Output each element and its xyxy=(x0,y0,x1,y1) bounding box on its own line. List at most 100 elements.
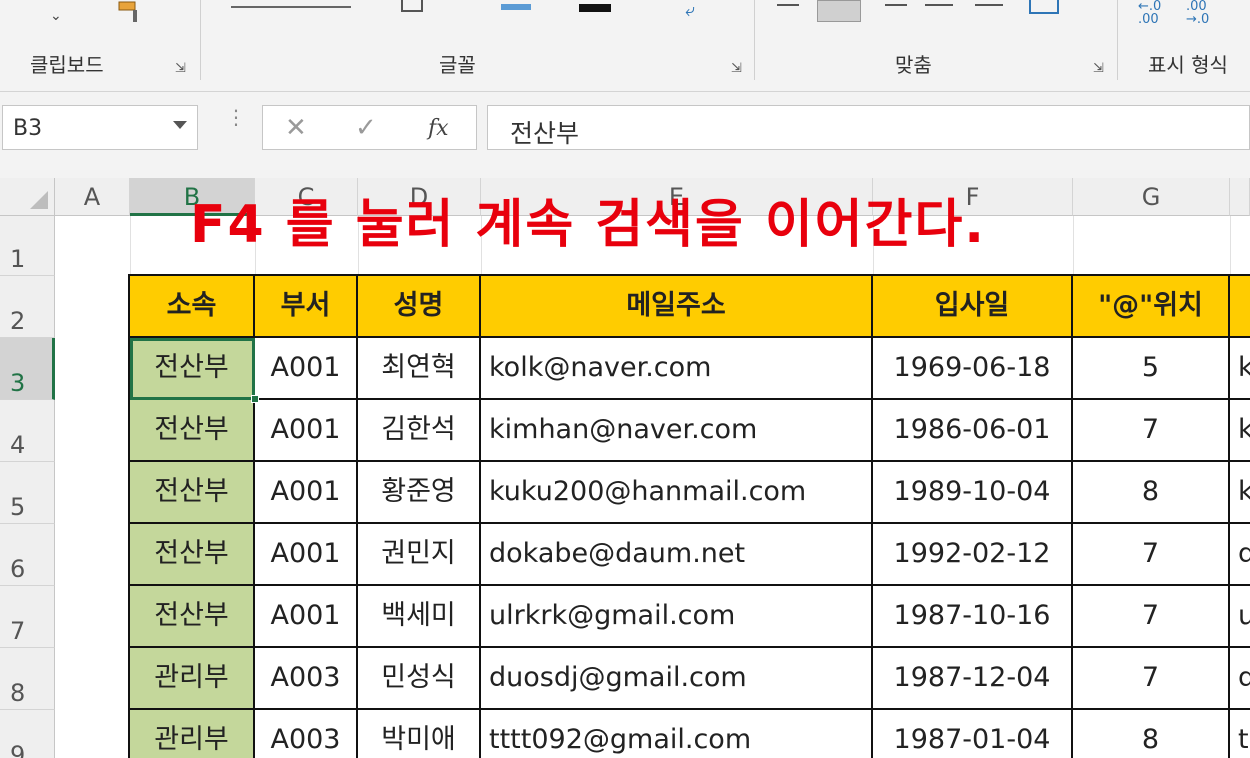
clipboard-launcher-icon[interactable]: ⇲ xyxy=(175,62,189,76)
select-all-icon xyxy=(30,191,48,209)
cell-email[interactable]: tttt092@gmail.com xyxy=(481,710,873,758)
cell-join-date[interactable]: 1987-01-04 xyxy=(873,710,1073,758)
cell-email[interactable]: ulrkrk@gmail.com xyxy=(481,586,873,648)
cell-email[interactable]: duosdj@gmail.com xyxy=(481,648,873,710)
border-icon[interactable] xyxy=(401,0,423,12)
row-header-6[interactable]: 6 xyxy=(0,524,55,586)
format-painter-icon[interactable] xyxy=(115,0,145,24)
paste-dropdown-icon[interactable]: ⌄ xyxy=(50,8,62,24)
header-cell-email[interactable]: 메일주소 xyxy=(481,276,873,338)
cell-at-position[interactable]: 7 xyxy=(1073,648,1230,710)
row-number: 9 xyxy=(10,741,26,758)
row-header-2[interactable]: 2 xyxy=(0,276,55,338)
cell-code[interactable]: A001 xyxy=(255,462,358,524)
cell-next[interactable]: d xyxy=(1230,648,1250,710)
gridline xyxy=(130,216,131,276)
header-cell-code[interactable]: 부서 xyxy=(255,276,358,338)
indent-icon[interactable] xyxy=(925,4,953,6)
name-box-dropdown-icon[interactable] xyxy=(173,121,187,129)
column-header-h[interactable] xyxy=(1230,178,1250,216)
cell-name[interactable]: 최연혁 xyxy=(358,338,481,400)
row-header-1[interactable]: 1 xyxy=(0,216,55,276)
cell-name[interactable]: 권민지 xyxy=(358,524,481,586)
row-header-4[interactable]: 4 xyxy=(0,400,55,462)
gridline xyxy=(1073,216,1074,276)
name-box[interactable]: B3 xyxy=(2,105,198,150)
header-cell-name[interactable]: 성명 xyxy=(358,276,481,338)
cell-next[interactable]: t xyxy=(1230,710,1250,758)
formula-bar-grip-icon[interactable]: ⋮ xyxy=(226,107,246,127)
cell-join-date[interactable]: 1992-02-12 xyxy=(873,524,1073,586)
select-all-button[interactable] xyxy=(0,178,55,216)
cell-at-position[interactable]: 5 xyxy=(1073,338,1230,400)
cell-name[interactable]: 황준영 xyxy=(358,462,481,524)
cell-at-position[interactable]: 8 xyxy=(1073,462,1230,524)
cell-at-position[interactable]: 7 xyxy=(1073,586,1230,648)
row-header-8[interactable]: 8 xyxy=(0,648,55,710)
align-center-icon[interactable] xyxy=(817,0,861,22)
cell-code[interactable]: A001 xyxy=(255,400,358,462)
cell-email[interactable]: kolk@naver.com xyxy=(481,338,873,400)
cell-join-date[interactable]: 1989-10-04 xyxy=(873,462,1073,524)
cell-at-position[interactable]: 8 xyxy=(1073,710,1230,758)
decrease-decimal-icon[interactable]: .00 →.0 xyxy=(1186,0,1209,26)
insert-function-icon[interactable]: fx xyxy=(428,116,449,141)
worksheet-grid[interactable]: A B C D E F G 1 2 3 4 5 6 7 8 9 소속 부서 성명… xyxy=(0,178,1250,758)
cell-code[interactable]: A001 xyxy=(255,586,358,648)
column-header-a[interactable]: A xyxy=(55,178,130,216)
alignment-launcher-icon[interactable]: ⇲ xyxy=(1093,62,1107,76)
cell-code[interactable]: A003 xyxy=(255,710,358,758)
cell-next[interactable]: u xyxy=(1230,586,1250,648)
cell-join-date[interactable]: 1969-06-18 xyxy=(873,338,1073,400)
fill-handle[interactable] xyxy=(251,395,259,403)
cell-at-position[interactable]: 7 xyxy=(1073,400,1230,462)
cell-name[interactable]: 민성식 xyxy=(358,648,481,710)
align-right-icon[interactable] xyxy=(885,4,907,6)
cell-name[interactable]: 김한석 xyxy=(358,400,481,462)
cell-dept[interactable]: 관리부 xyxy=(130,710,255,758)
cell-email[interactable]: kimhan@naver.com xyxy=(481,400,873,462)
cell-dept[interactable]: 전산부 xyxy=(130,338,255,400)
font-launcher-icon[interactable]: ⇲ xyxy=(731,62,745,76)
cell-next[interactable]: d xyxy=(1230,524,1250,586)
enter-icon[interactable]: ✓ xyxy=(355,113,377,143)
merge-icon[interactable] xyxy=(1029,0,1059,14)
row-header-9[interactable]: 9 xyxy=(0,710,55,758)
cell-name[interactable]: 백세미 xyxy=(358,586,481,648)
cell-dept[interactable]: 전산부 xyxy=(130,524,255,586)
cell-join-date[interactable]: 1987-10-16 xyxy=(873,586,1073,648)
column-header-g[interactable]: G xyxy=(1073,178,1230,216)
fill-color-icon[interactable] xyxy=(501,4,531,10)
cell-next[interactable]: k xyxy=(1230,462,1250,524)
row-header-5[interactable]: 5 xyxy=(0,462,55,524)
cell-code[interactable]: A001 xyxy=(255,524,358,586)
row-header-3[interactable]: 3 xyxy=(0,338,55,400)
cell-dept[interactable]: 관리부 xyxy=(130,648,255,710)
cell-dept[interactable]: 전산부 xyxy=(130,462,255,524)
cell-dept[interactable]: 전산부 xyxy=(130,400,255,462)
cell-email[interactable]: dokabe@daum.net xyxy=(481,524,873,586)
cell-code[interactable]: A003 xyxy=(255,648,358,710)
font-size-icon[interactable] xyxy=(231,0,351,8)
cell-name[interactable]: 박미애 xyxy=(358,710,481,758)
cell-next[interactable]: k xyxy=(1230,338,1250,400)
cell-next[interactable]: k xyxy=(1230,400,1250,462)
wrap-text-icon[interactable]: ⤶ xyxy=(685,0,695,21)
cell-dept[interactable]: 전산부 xyxy=(130,586,255,648)
outdent-icon[interactable] xyxy=(975,4,1003,6)
header-cell-join-date[interactable]: 입사일 xyxy=(873,276,1073,338)
cell-join-date[interactable]: 1986-06-01 xyxy=(873,400,1073,462)
cell-join-date[interactable]: 1987-12-04 xyxy=(873,648,1073,710)
cancel-icon[interactable]: ✕ xyxy=(285,113,307,143)
header-cell-dept[interactable]: 소속 xyxy=(130,276,255,338)
header-cell-next[interactable] xyxy=(1230,276,1250,338)
align-left-icon[interactable] xyxy=(777,4,799,6)
increase-decimal-icon[interactable]: ←.0.00 xyxy=(1138,0,1161,26)
row-header-7[interactable]: 7 xyxy=(0,586,55,648)
cell-code[interactable]: A001 xyxy=(255,338,358,400)
formula-input[interactable]: 전산부 xyxy=(487,105,1250,150)
font-color-icon[interactable] xyxy=(579,4,611,12)
cell-at-position[interactable]: 7 xyxy=(1073,524,1230,586)
cell-email[interactable]: kuku200@hanmail.com xyxy=(481,462,873,524)
header-cell-at-position[interactable]: "@"위치 xyxy=(1073,276,1230,338)
